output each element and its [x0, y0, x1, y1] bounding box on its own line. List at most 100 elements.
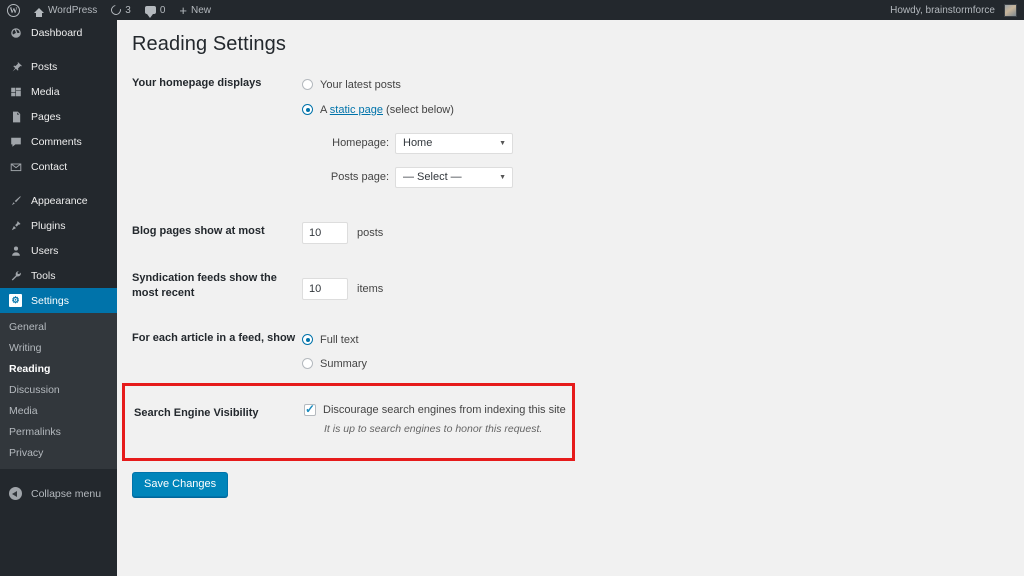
sidebar-item-pages[interactable]: Pages	[0, 104, 117, 129]
radio-full-text-input[interactable]	[302, 334, 313, 345]
chevron-down-icon: ▼	[499, 174, 506, 181]
dashboard-icon	[9, 26, 22, 39]
admin-bar: W WordPress 3 0 + New Howdy, brainstormf…	[0, 0, 1024, 20]
field-blog-pages: 10 posts	[302, 222, 1024, 244]
sidebar-item-label: Appearance	[31, 195, 88, 207]
field-syndication: 10 items	[302, 269, 1024, 300]
new-content-menu[interactable]: + New	[172, 0, 218, 20]
posts-page-select[interactable]: — Select — ▼	[395, 167, 513, 188]
search-visibility-hint: It is up to search engines to honor this…	[324, 423, 572, 435]
comments-menu[interactable]: 0	[138, 0, 173, 20]
sidebar-item-label: Pages	[31, 111, 61, 123]
plug-icon	[9, 219, 22, 232]
sidebar-subitem-reading[interactable]: Reading	[0, 359, 117, 380]
chevron-down-icon: ▼	[499, 140, 506, 147]
sidebar-item-label: Media	[31, 86, 60, 98]
static-page-link[interactable]: static page	[330, 104, 383, 116]
label-search-engine-visibility: Search Engine Visibility	[134, 404, 304, 435]
posts-page-select-label: Posts page:	[317, 171, 389, 183]
sidebar-item-users[interactable]: Users	[0, 238, 117, 263]
updates-menu[interactable]: 3	[104, 0, 138, 20]
sidebar-item-plugins[interactable]: Plugins	[0, 213, 117, 238]
radio-latest-posts[interactable]: Your latest posts	[302, 74, 1024, 95]
radio-static-page-label: A static page (select below)	[320, 104, 454, 116]
sidebar-item-posts[interactable]: Posts	[0, 54, 117, 79]
sidebar-item-tools[interactable]: Tools	[0, 263, 117, 288]
sidebar-subitem-discussion[interactable]: Discussion	[0, 380, 117, 401]
radio-latest-posts-label: Your latest posts	[320, 79, 401, 91]
sidebar-subitem-general[interactable]: General	[0, 317, 117, 338]
static-page-prefix: A	[320, 104, 330, 116]
syndication-input[interactable]: 10	[302, 278, 348, 300]
wordpress-logo-icon: W	[7, 4, 20, 17]
sidebar-subitem-writing[interactable]: Writing	[0, 338, 117, 359]
site-name-label: WordPress	[48, 5, 97, 16]
reading-settings-form: Your homepage displays Your latest posts…	[117, 74, 1024, 374]
posts-page-select-value: — Select —	[403, 171, 462, 183]
page-title: Reading Settings	[132, 33, 1024, 56]
media-icon	[9, 85, 22, 98]
radio-full-text[interactable]: Full text	[302, 329, 1024, 350]
settings-glyph: ⚙	[9, 294, 22, 307]
sidebar-item-media[interactable]: Media	[0, 79, 117, 104]
mail-icon	[9, 160, 22, 173]
save-changes-button[interactable]: Save Changes	[132, 472, 228, 497]
checkbox-discourage-row[interactable]: Discourage search engines from indexing …	[304, 404, 572, 416]
radio-static-page[interactable]: A static page (select below)	[302, 99, 1024, 120]
settings-submenu: General Writing Reading Discussion Media…	[0, 313, 117, 469]
main-content: Reading Settings Your homepage displays …	[117, 20, 1024, 576]
sidebar-item-label: Tools	[31, 270, 56, 282]
comments-count: 0	[160, 5, 166, 16]
field-homepage-displays: Your latest posts A static page (select …	[302, 74, 1024, 188]
homepage-select[interactable]: Home ▼	[395, 133, 513, 154]
discourage-search-engines-checkbox[interactable]	[304, 404, 316, 416]
blog-pages-input[interactable]: 10	[302, 222, 348, 244]
sidebar-item-dashboard[interactable]: Dashboard	[0, 20, 117, 45]
sidebar-subitem-media[interactable]: Media	[0, 401, 117, 422]
site-name-menu[interactable]: WordPress	[27, 0, 104, 20]
updates-icon	[109, 3, 123, 17]
row-feed-article: For each article in a feed, show Full te…	[117, 329, 1024, 374]
posts-page-select-row: Posts page: — Select — ▼	[317, 166, 1024, 188]
home-icon	[34, 8, 44, 13]
avatar	[1004, 4, 1017, 17]
sidebar-item-label: Contact	[31, 161, 67, 173]
sidebar-subitem-privacy[interactable]: Privacy	[0, 443, 117, 464]
label-homepage-displays: Your homepage displays	[132, 74, 302, 91]
comment-bubble-icon	[145, 6, 156, 14]
wrench-icon	[9, 269, 22, 282]
radio-static-page-input[interactable]	[302, 104, 313, 115]
settings-icon: ⚙	[9, 294, 22, 307]
sidebar-subitem-permalinks[interactable]: Permalinks	[0, 422, 117, 443]
radio-summary-input[interactable]	[302, 358, 313, 369]
wp-logo-menu[interactable]: W	[0, 0, 27, 20]
brush-icon	[9, 194, 22, 207]
sidebar-item-appearance[interactable]: Appearance	[0, 188, 117, 213]
sidebar-item-label: Users	[31, 245, 58, 257]
radio-latest-posts-input[interactable]	[302, 79, 313, 90]
plus-icon: +	[179, 4, 187, 17]
radio-full-text-label: Full text	[320, 334, 359, 346]
radio-summary[interactable]: Summary	[302, 353, 1024, 374]
comment-icon	[9, 135, 22, 148]
field-search-engine-visibility: Discourage search engines from indexing …	[304, 404, 572, 435]
my-account-menu[interactable]: Howdy, brainstormforce	[883, 0, 1024, 20]
new-label: New	[191, 5, 211, 16]
sidebar-item-label: Plugins	[31, 220, 65, 232]
radio-summary-label: Summary	[320, 358, 367, 370]
field-feed-article: Full text Summary	[302, 329, 1024, 374]
user-icon	[9, 244, 22, 257]
sidebar-item-label: Dashboard	[31, 27, 82, 39]
static-page-suffix: (select below)	[383, 104, 454, 116]
row-syndication: Syndication feeds show the most recent 1…	[117, 269, 1024, 301]
homepage-select-label: Homepage:	[317, 137, 389, 149]
row-homepage-displays: Your homepage displays Your latest posts…	[117, 74, 1024, 188]
collapse-menu-button[interactable]: Collapse menu	[0, 481, 117, 506]
sidebar-item-contact[interactable]: Contact	[0, 154, 117, 179]
discourage-search-engines-label: Discourage search engines from indexing …	[323, 404, 566, 416]
pages-icon	[9, 110, 22, 123]
sidebar-item-comments[interactable]: Comments	[0, 129, 117, 154]
howdy-label: Howdy, brainstormforce	[890, 5, 995, 16]
sidebar-item-settings[interactable]: ⚙ Settings	[0, 288, 117, 313]
pin-icon	[9, 60, 22, 73]
